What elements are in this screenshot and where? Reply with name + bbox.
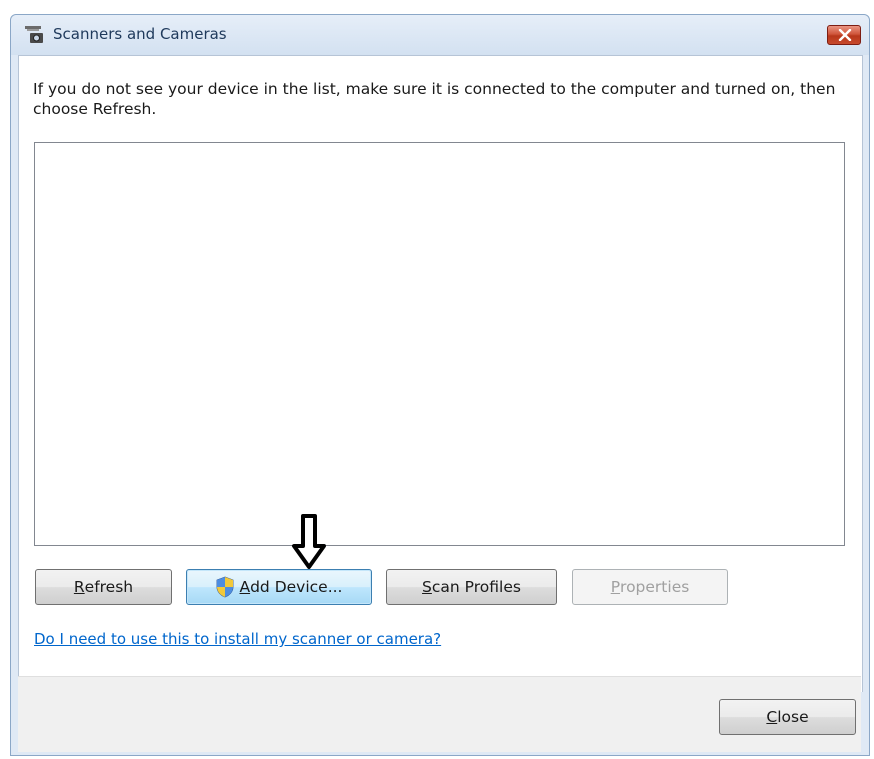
dialog-footer: Close: [18, 676, 861, 752]
window-title: Scanners and Cameras: [53, 25, 227, 43]
properties-button[interactable]: Properties: [572, 569, 728, 605]
refresh-button[interactable]: Refresh: [35, 569, 172, 605]
down-arrow-icon: [292, 514, 326, 569]
scan-profiles-label: can Profiles: [431, 578, 521, 596]
scan-profiles-button[interactable]: Scan Profiles: [386, 569, 557, 605]
add-device-button[interactable]: Add Device...: [186, 569, 372, 605]
scanners-and-cameras-window: Scanners and Cameras If you do not see y…: [10, 14, 870, 756]
device-list[interactable]: [34, 142, 845, 546]
instruction-text: If you do not see your device in the lis…: [33, 80, 836, 118]
close-mnemonic: C: [766, 708, 778, 726]
help-link[interactable]: Do I need to use this to install my scan…: [34, 630, 441, 648]
add-device-mnemonic: A: [239, 578, 251, 596]
add-device-label: dd Device...: [250, 578, 343, 596]
close-label: lose: [777, 708, 809, 726]
close-button[interactable]: Close: [719, 699, 856, 735]
dialog-content: If you do not see your device in the lis…: [18, 55, 863, 692]
scanner-camera-icon: [23, 25, 45, 45]
refresh-label: efresh: [84, 578, 134, 596]
close-icon: [838, 29, 852, 41]
properties-label: roperties: [620, 578, 690, 596]
properties-mnemonic: P: [610, 578, 621, 596]
close-window-button[interactable]: [827, 25, 861, 45]
refresh-mnemonic: R: [73, 578, 85, 596]
scan-profiles-mnemonic: S: [422, 578, 432, 596]
title-bar[interactable]: Scanners and Cameras: [11, 15, 869, 55]
uac-shield-icon: [217, 576, 234, 598]
